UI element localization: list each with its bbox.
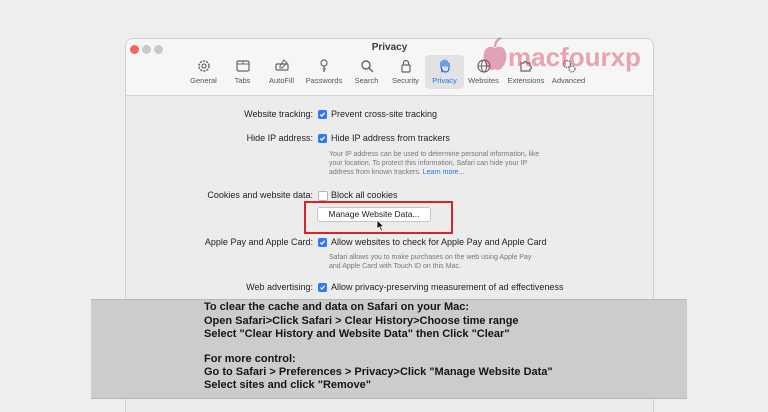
hide-ip-desc-line-3-text: address from known trackers. (329, 169, 421, 176)
search-icon (360, 60, 374, 73)
cookies-label: Cookies and website data: (207, 190, 313, 200)
checkmark-icon (319, 285, 326, 290)
instruction-line-2: Open Safari>Click Safari > Clear History… (204, 315, 519, 327)
hand-icon (439, 59, 450, 73)
hide-ip-checkbox[interactable] (318, 134, 327, 143)
website-tracking-label: Website tracking: (244, 109, 313, 119)
tab-general[interactable]: General (184, 55, 223, 89)
macfourxp-logo: macfourxp (470, 36, 655, 81)
tab-tabs[interactable]: Tabs (223, 55, 262, 89)
tab-tabs-label: Tabs (234, 76, 251, 85)
hide-ip-label: Hide IP address: (246, 133, 313, 143)
instruction-line-3: Select "Clear History and Website Data" … (204, 328, 510, 340)
tab-general-label: General (190, 76, 217, 85)
prevent-tracking-checkbox[interactable] (318, 110, 327, 119)
hide-ip-description: Your IP address can be used to determine… (329, 150, 579, 177)
ad-measurement-text: Allow privacy-preserving measurement of … (331, 282, 564, 292)
ad-measurement-checkbox[interactable] (318, 283, 327, 292)
mouse-pointer-icon (376, 220, 386, 232)
learn-more-link[interactable]: Learn more... (423, 169, 465, 176)
gear-icon (197, 60, 210, 72)
block-cookies-text: Block all cookies (331, 190, 398, 200)
tab-passwords[interactable]: Passwords (301, 55, 347, 89)
tab-search[interactable]: Search (347, 55, 386, 89)
instruction-line-6: Select sites and click "Remove" (204, 379, 371, 391)
apple-pay-label: Apple Pay and Apple Card: (204, 237, 313, 247)
instruction-line-5: Go to Safari > Preferences > Privacy>Cli… (204, 366, 553, 378)
tab-security-label: Security (391, 76, 420, 85)
checkmark-icon (319, 112, 326, 117)
autofill-icon (274, 59, 289, 71)
web-advertising-label: Web advertising: (246, 282, 313, 292)
apple-logo-icon (483, 36, 507, 70)
checkmark-icon (319, 136, 326, 141)
prevent-tracking-text: Prevent cross-site tracking (331, 109, 438, 119)
tab-autofill[interactable]: AutoFill (262, 55, 301, 89)
tab-privacy[interactable]: Privacy (425, 55, 464, 89)
instruction-line-1: To clear the cache and data on Safari on… (204, 301, 470, 313)
instruction-line-4: For more control: (204, 353, 296, 365)
lock-icon (400, 59, 411, 73)
hide-ip-text: Hide IP address from trackers (331, 133, 450, 143)
tabs-icon (235, 60, 250, 72)
apple-pay-checkbox[interactable] (318, 238, 327, 247)
hide-ip-desc-line-2: your location. To protect this informati… (329, 160, 528, 167)
hide-ip-desc-line-3: address from known trackers. Learn more.… (329, 168, 579, 177)
watermark-text: macfourxp (508, 42, 641, 72)
tab-security[interactable]: Security (386, 55, 425, 89)
tab-search-label: Search (354, 76, 379, 85)
apple-pay-text: Allow websites to check for Apple Pay an… (331, 237, 547, 247)
tab-privacy-label: Privacy (432, 76, 457, 85)
hide-ip-desc-line-1: Your IP address can be used to determine… (329, 151, 540, 158)
checkmark-icon (319, 240, 326, 245)
instructions-overlay: To clear the cache and data on Safari on… (91, 299, 687, 399)
apple-pay-desc-line-2: and Apple Card with Touch ID on this Mac… (329, 263, 461, 270)
tab-autofill-label: AutoFill (268, 76, 294, 85)
key-icon (320, 59, 328, 72)
tab-passwords-label: Passwords (305, 76, 343, 85)
block-cookies-checkbox[interactable] (318, 191, 328, 201)
apple-pay-desc-line-1: Safari allows you to make purchases on t… (329, 254, 532, 261)
apple-pay-description: Safari allows you to make purchases on t… (329, 253, 579, 271)
